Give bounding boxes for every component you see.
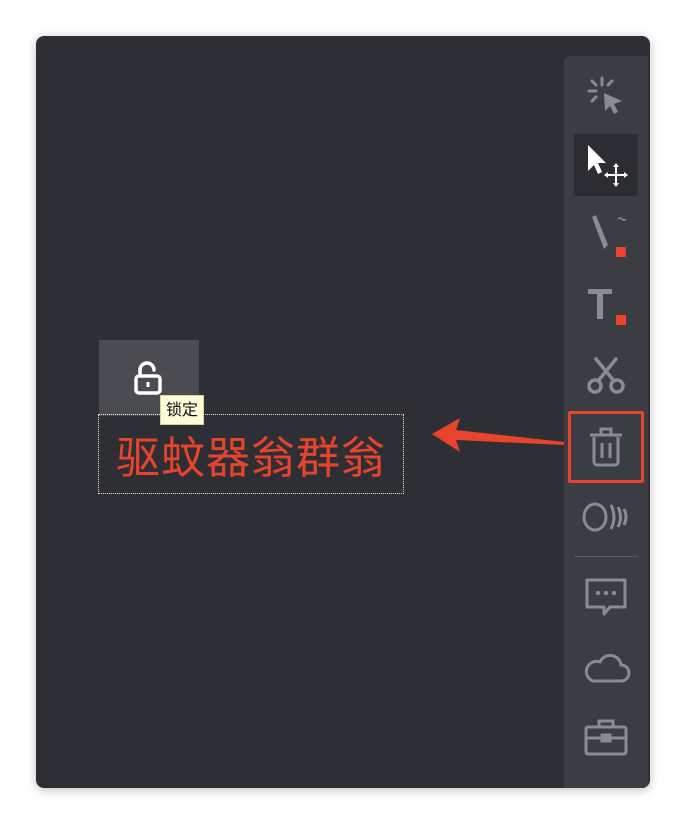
text-icon	[588, 289, 626, 325]
tool-cut[interactable]	[574, 344, 638, 406]
toolbar	[564, 56, 648, 788]
tool-cloud[interactable]	[574, 636, 638, 698]
annotation-arrow	[432, 418, 564, 452]
lock-tooltip: 锁定	[160, 395, 205, 425]
tool-comment[interactable]	[574, 566, 638, 628]
editor-window: 驱蚊器翁群翁 锁定	[36, 36, 650, 788]
trash-icon	[590, 427, 622, 467]
tool-pen[interactable]	[574, 204, 638, 266]
unlock-icon	[134, 361, 162, 395]
pen-icon	[592, 215, 627, 257]
move-cursor-icon	[588, 145, 628, 187]
magic-cursor-icon	[587, 76, 622, 114]
toolbox-icon	[584, 719, 628, 756]
tool-text[interactable]	[574, 274, 638, 336]
selected-text-box[interactable]: 驱蚊器翁群翁	[98, 414, 404, 494]
cloud-icon	[584, 653, 631, 683]
tool-magic-select[interactable]	[574, 64, 638, 126]
scissors-icon	[587, 357, 625, 394]
canvas[interactable]: 驱蚊器翁群翁 锁定	[36, 36, 650, 788]
tool-delete[interactable]	[568, 411, 644, 483]
tool-sound[interactable]	[574, 486, 638, 548]
chat-bubble-icon	[585, 578, 627, 616]
tool-toolbox[interactable]	[574, 706, 638, 768]
sound-wave-icon	[582, 502, 628, 532]
toolbar-divider	[574, 556, 638, 557]
text-content[interactable]: 驱蚊器翁群翁	[116, 422, 386, 486]
tool-select-move[interactable]	[574, 134, 638, 196]
